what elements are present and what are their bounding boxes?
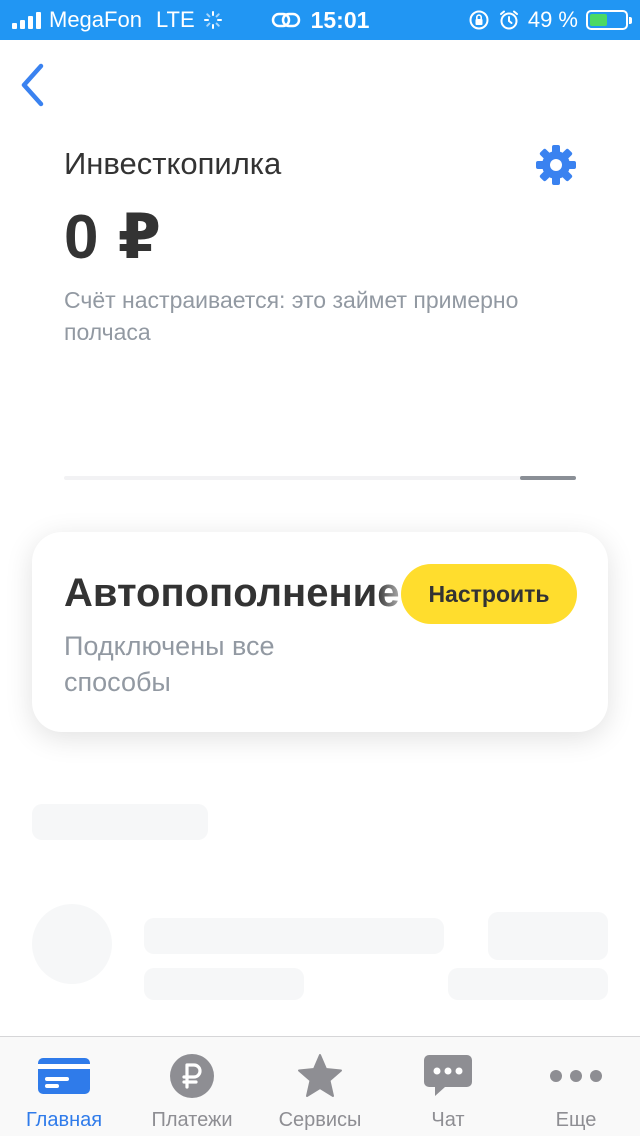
configure-button[interactable]: Настроить [401, 564, 577, 624]
tab-chat[interactable]: Чат [384, 1037, 512, 1136]
tab-more[interactable]: Еще [512, 1037, 640, 1136]
rotation-lock-icon [469, 10, 489, 30]
tab-label: Чат [431, 1109, 465, 1131]
ruble-icon [164, 1053, 220, 1099]
account-status-text: Счёт настраивается: это займет примерно … [64, 287, 519, 345]
tab-payments[interactable]: Платежи [128, 1037, 256, 1136]
settings-button[interactable] [534, 143, 578, 187]
skeleton-line [144, 968, 304, 1000]
card-description: Подключены все способы [64, 631, 275, 697]
battery-percentage: 49 % [527, 7, 578, 32]
balance-amount: 0 ₽ [64, 203, 162, 272]
skeleton-header [32, 804, 208, 840]
chevron-left-icon [21, 63, 44, 107]
battery-icon [586, 10, 632, 30]
more-icon [548, 1053, 604, 1099]
skeleton-line [144, 918, 444, 954]
tab-bar: Главная Платежи Сервисы Чат Еще [0, 1036, 640, 1136]
skeleton-avatar [32, 904, 112, 984]
tab-label: Платежи [151, 1109, 233, 1131]
autofill-card[interactable]: Автопополнение Подключены все способы На… [32, 532, 608, 732]
status-bar: MegaFon LTE 15:01 49 % [0, 0, 640, 40]
tab-home[interactable]: Главная [0, 1037, 128, 1136]
tab-label: Еще [555, 1109, 597, 1131]
alarm-icon [499, 10, 518, 30]
card-icon [36, 1053, 92, 1099]
link-icon [271, 12, 300, 28]
star-icon [292, 1053, 348, 1099]
card-title-container: Автопополнение [64, 568, 416, 618]
page-title: Инвесткопилка [64, 146, 282, 181]
tab-label: Главная [25, 1109, 103, 1131]
skeleton-line [448, 968, 608, 1000]
chat-icon [420, 1053, 476, 1099]
gear-icon [536, 145, 576, 185]
clock-time: 15:01 [310, 6, 370, 33]
battery-level [590, 14, 607, 26]
loading-spinner-icon [203, 11, 222, 29]
carousel-indicator [64, 476, 576, 480]
back-button[interactable] [12, 60, 52, 110]
skeleton-line [488, 912, 608, 960]
card-title: Автопополнение [64, 571, 400, 615]
tab-services[interactable]: Сервисы [256, 1037, 384, 1136]
network-type: LTE [155, 7, 195, 32]
signal-strength-icon [12, 11, 41, 29]
tab-label: Сервисы [278, 1109, 362, 1131]
carrier-name: MegaFon [49, 7, 142, 32]
carousel-indicator-thumb [520, 476, 576, 480]
